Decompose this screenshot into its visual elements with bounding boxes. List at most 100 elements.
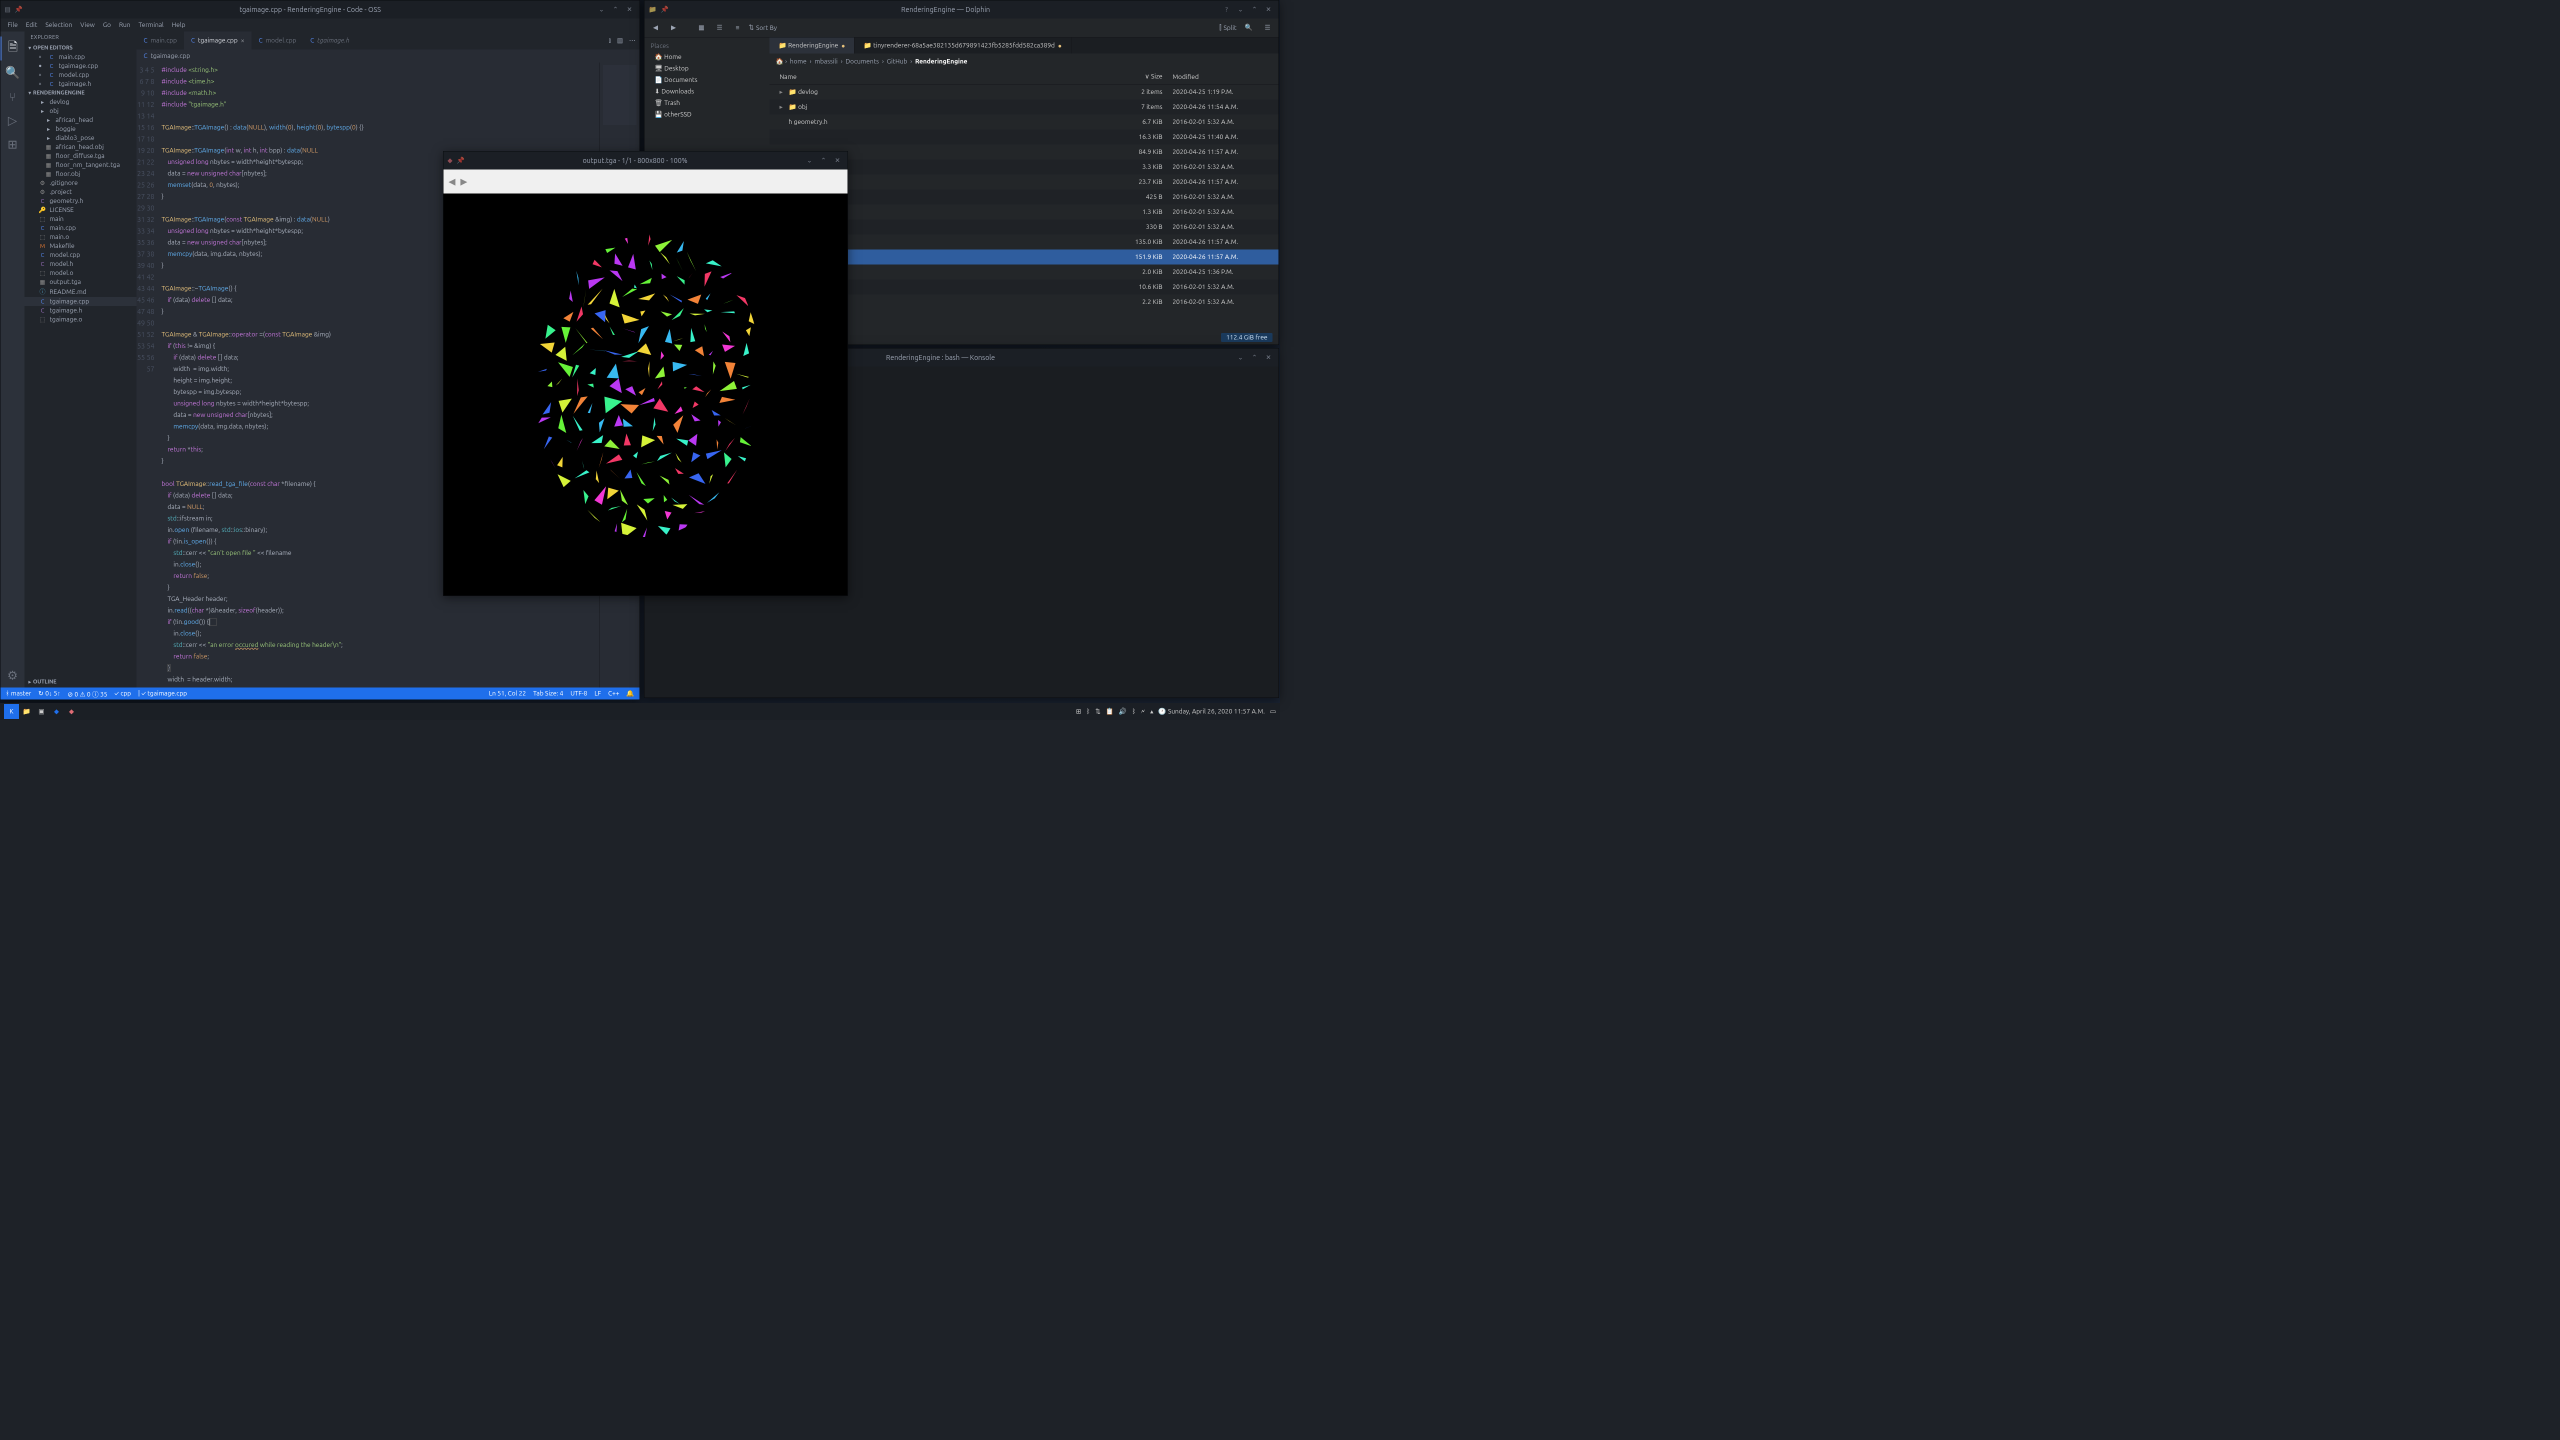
compare-icon[interactable]: ⫾ <box>609 37 611 45</box>
encoding[interactable]: UTF-8 <box>570 690 587 698</box>
prev-icon[interactable]: ◀ <box>449 176 456 187</box>
task-gwen-icon[interactable]: ◆ <box>64 704 79 719</box>
place-desktop[interactable]: 🖥 Desktop <box>645 63 770 75</box>
menu-go[interactable]: Go <box>99 22 115 29</box>
tab-size[interactable]: Tab Size: 4 <box>533 690 563 698</box>
explorer-icon[interactable]: 🗎 <box>1 37 25 61</box>
tree-item[interactable]: ▸devlog <box>25 98 137 107</box>
next-icon[interactable]: ▶ <box>460 176 467 187</box>
tree-item[interactable]: ⬚model.o <box>25 269 137 278</box>
menu-run[interactable]: Run <box>115 22 134 29</box>
close-icon[interactable]: ✕ <box>1263 352 1275 364</box>
menu-help[interactable]: Help <box>168 22 190 29</box>
settings-icon[interactable]: ⚙ <box>1 664 25 688</box>
language-mode[interactable]: C++ <box>608 690 619 698</box>
min-icon[interactable]: ⌄ <box>804 155 816 167</box>
eol[interactable]: LF <box>594 690 601 698</box>
battery-icon[interactable]: 🗲 <box>1141 708 1145 716</box>
dolphin-titlebar[interactable]: 📁 📌 RenderingEngine — Dolphin ? ⌄ ⌃ ✕ <box>645 1 1279 19</box>
split-editor-icon[interactable]: ▥ <box>617 37 623 45</box>
place-downloads[interactable]: ⬇ Downloads <box>645 86 770 98</box>
tree-item[interactable]: MMakefile <box>25 242 137 251</box>
column-headers[interactable]: Name∨ SizeModified <box>770 70 1279 85</box>
tree-item[interactable]: ▦floor.obj <box>25 170 137 179</box>
tray-icon[interactable]: ⊞ <box>1076 708 1081 716</box>
pin-icon[interactable]: 📌 <box>457 157 465 165</box>
crumb[interactable]: RenderingEngine <box>915 58 967 65</box>
max-icon[interactable]: ⌃ <box>818 155 830 167</box>
forward-icon[interactable]: ▶ <box>667 21 681 35</box>
location-tab[interactable]: 📁 RenderingEngine ● <box>770 38 855 54</box>
start-icon[interactable]: K <box>4 704 19 719</box>
task-code-icon[interactable]: ◆ <box>49 704 64 719</box>
tree-item[interactable]: ▸boggie <box>25 125 137 134</box>
file-row[interactable]: 16.3 KiB2020-04-25 11:40 A.M. <box>770 130 1279 145</box>
cursor-pos[interactable]: Ln 51, Col 22 <box>489 690 526 698</box>
tree-item[interactable]: ▦african_head.obj <box>25 143 137 152</box>
clipboard-icon[interactable]: 📋 <box>1106 708 1114 716</box>
compact-view-icon[interactable]: ☰ <box>713 21 727 35</box>
outline-section[interactable]: OUTLINE <box>25 678 137 687</box>
tree-item[interactable]: 🔑LICENSE <box>25 206 137 215</box>
max-icon[interactable]: ⌃ <box>1249 352 1261 364</box>
extensions-icon[interactable]: ⊞ <box>1 133 25 157</box>
menu-edit[interactable]: Edit <box>22 22 42 29</box>
menu-file[interactable]: File <box>4 22 22 29</box>
tree-item[interactable]: ▸african_head <box>25 116 137 125</box>
min-icon[interactable]: ⌄ <box>596 4 608 16</box>
location-tab[interactable]: 📁 tinyrenderer-68a5ae382135d679891423fb5… <box>855 38 1072 54</box>
file-row[interactable]: ▸📁 obj7 items2020-04-26 11:54 A.M. <box>770 100 1279 115</box>
network-icon[interactable]: ⇅ <box>1095 708 1100 716</box>
debug-icon[interactable]: ▷ <box>1 109 25 133</box>
tree-item[interactable]: ⚙.project <box>25 188 137 197</box>
tree-item[interactable]: ⓘREADME.md <box>25 287 137 298</box>
menu-view[interactable]: View <box>76 22 99 29</box>
tree-item[interactable]: Cgeometry.h <box>25 197 137 206</box>
back-icon[interactable]: ◀ <box>649 21 663 35</box>
place-trash[interactable]: 🗑 Trash <box>645 98 770 110</box>
up-icon[interactable]: ▴ <box>1150 708 1153 716</box>
sort-by-button[interactable]: ⇅ Sort By <box>749 24 777 32</box>
crumb[interactable]: Documents <box>846 58 879 65</box>
breadcrumb-bar[interactable]: 🏠 › home › mbassili › Documents › GitHub… <box>770 54 1279 70</box>
close-icon[interactable]: ✕ <box>624 4 636 16</box>
git-sync[interactable]: ↻ 0↓ 5↑ <box>38 690 60 698</box>
crumb[interactable]: GitHub <box>887 58 907 65</box>
tree-item[interactable]: ▦floor_diffuse.tga <box>25 152 137 161</box>
place-documents[interactable]: 📄 Documents <box>645 75 770 87</box>
open-editor-item[interactable]: ×Cmain.cpp <box>25 53 137 62</box>
more-icon[interactable]: ⋯ <box>629 37 636 45</box>
notifications-icon[interactable]: 🔔 <box>626 690 634 698</box>
menu-terminal[interactable]: Terminal <box>134 22 167 29</box>
open-editor-item[interactable]: ×Cmodel.cpp <box>25 71 137 80</box>
file-row[interactable]: h geometry.h6.7 KiB2016-02-01 5:32 A.M. <box>770 115 1279 130</box>
tree-item[interactable]: ▸obj <box>25 107 137 116</box>
close-icon[interactable]: ✕ <box>832 155 844 167</box>
image-canvas[interactable] <box>444 194 848 596</box>
menu-selection[interactable]: Selection <box>41 22 76 29</box>
breadcrumb[interactable]: Ctgaimage.cpp <box>137 50 640 63</box>
place-otherssd[interactable]: 💾 otherSSD <box>645 109 770 121</box>
show-desktop-icon[interactable]: ▭ <box>1270 708 1276 716</box>
max-icon[interactable]: ⌃ <box>1249 4 1261 16</box>
tree-item[interactable]: Cmodel.h <box>25 260 137 269</box>
place-home[interactable]: 🏠 Home <box>645 52 770 64</box>
min-icon[interactable]: ⌄ <box>1235 4 1247 16</box>
tree-item[interactable]: ▦output.tga <box>25 278 137 287</box>
search-icon[interactable]: 🔍 <box>1 61 25 85</box>
crumb[interactable]: mbassili <box>814 58 837 65</box>
git-branch[interactable]: ᚼ master <box>6 690 32 697</box>
open-editor-item[interactable]: ●Ctgaimage.cpp <box>25 62 137 71</box>
bluetooth-icon[interactable]: ᛒ <box>1086 708 1090 715</box>
scm-icon[interactable]: ⑂ <box>1 85 25 109</box>
gwenview-titlebar[interactable]: ◆ 📌 output.tga - 1/1 - 800x800 - 100% ⌄ … <box>444 152 848 170</box>
open-editor-item[interactable]: ×Ctgaimage.h <box>25 80 137 89</box>
icons-view-icon[interactable]: ▦ <box>695 21 709 35</box>
split-button[interactable]: ⫿ Split <box>1219 24 1236 32</box>
min-icon[interactable]: ⌄ <box>1235 352 1247 364</box>
pin-icon[interactable]: 📌 <box>661 6 669 14</box>
tree-item[interactable]: ⬚main.o <box>25 233 137 242</box>
tree-item[interactable]: ⬚main <box>25 215 137 224</box>
task-terminal-icon[interactable]: ▣ <box>34 704 49 719</box>
open-editors-section[interactable]: OPEN EDITORS <box>25 44 137 53</box>
